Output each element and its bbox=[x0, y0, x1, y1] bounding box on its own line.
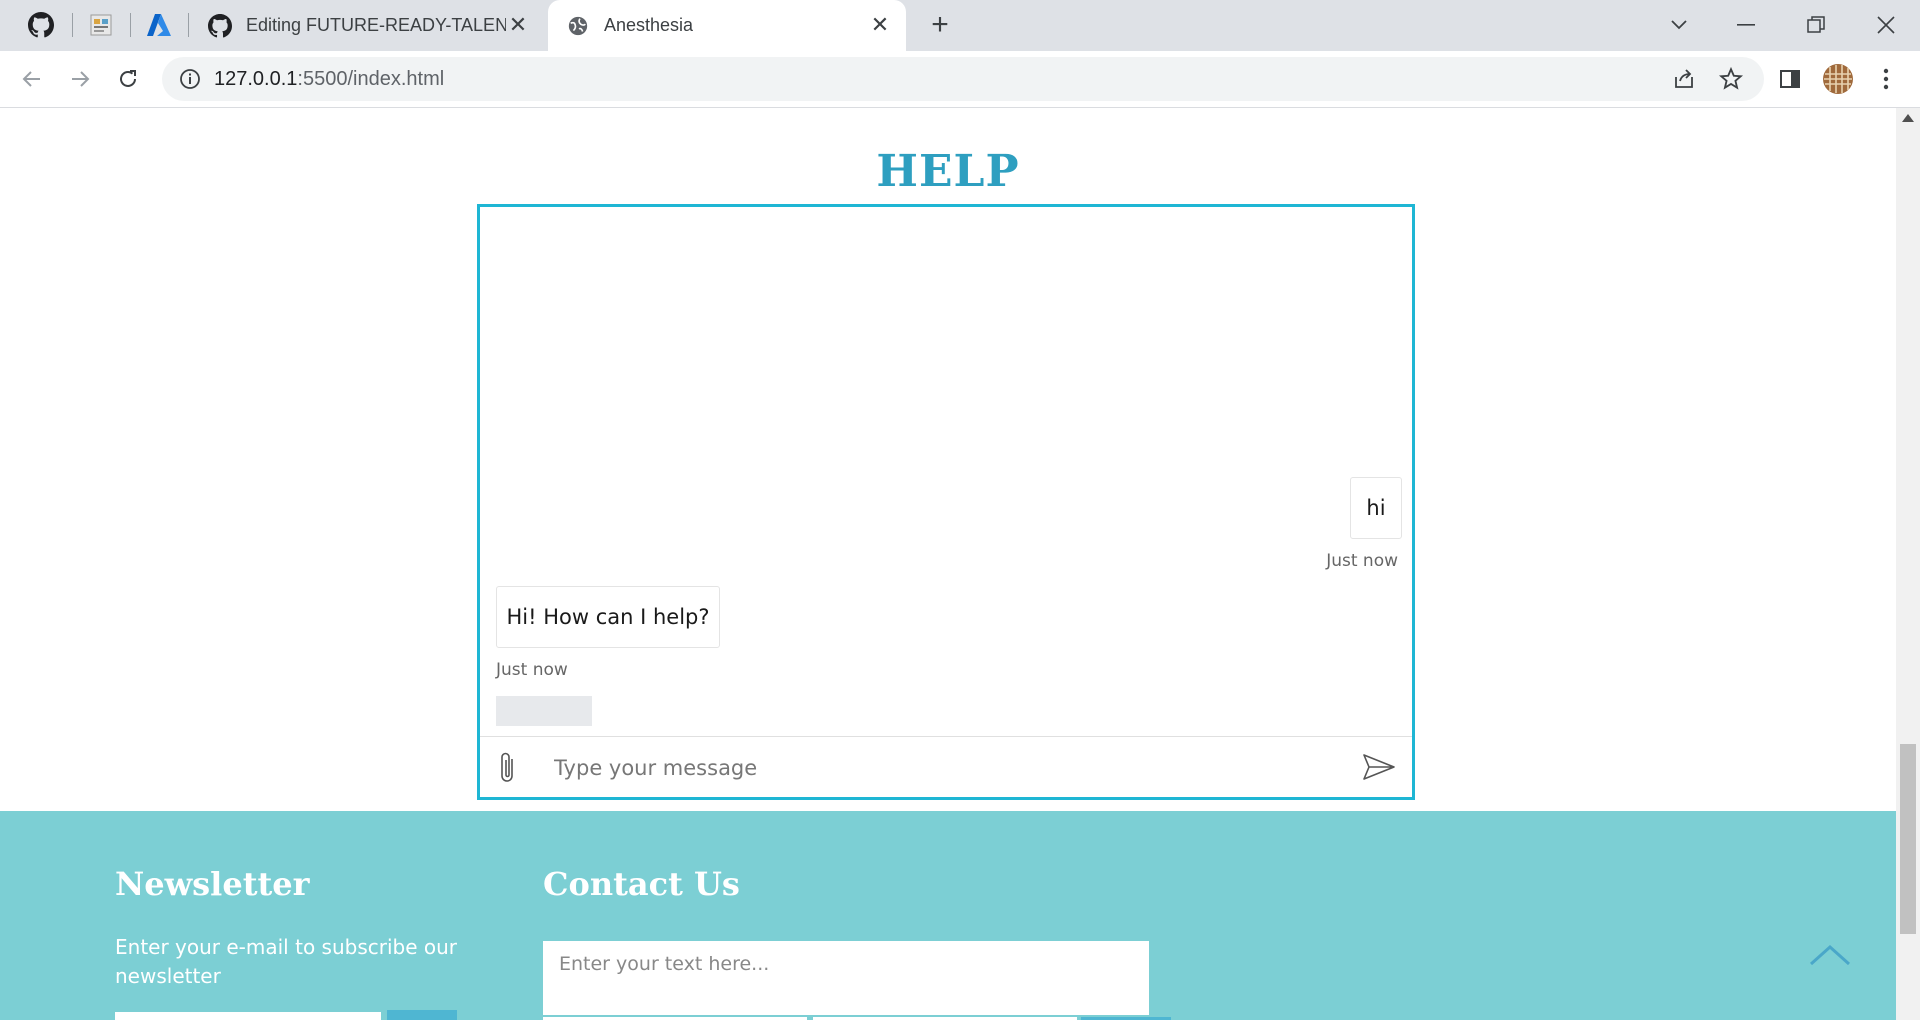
globe-icon bbox=[566, 14, 590, 38]
minimize-icon[interactable] bbox=[1726, 10, 1766, 40]
azure-icon bbox=[147, 14, 171, 36]
address-bar[interactable]: 127.0.0.1:5500/index.html bbox=[162, 57, 1764, 101]
contact-textarea[interactable]: Enter your text here... bbox=[543, 941, 1149, 1015]
arrow-left-icon bbox=[22, 71, 40, 87]
pinned-tab-azure[interactable] bbox=[144, 10, 174, 40]
message-input[interactable] bbox=[552, 749, 1316, 787]
github-icon bbox=[208, 13, 232, 38]
url-host: 127.0.0.1 bbox=[214, 68, 298, 90]
tab-separator bbox=[130, 13, 131, 37]
forward-button[interactable] bbox=[64, 63, 96, 95]
share-icon[interactable] bbox=[1672, 67, 1696, 96]
tab-title: Anesthesia bbox=[604, 15, 694, 35]
tab-separator bbox=[188, 13, 189, 37]
page-scrollbar[interactable] bbox=[1896, 108, 1920, 1020]
newsletter-text: Enter your e-mail to subscribe our newsl… bbox=[115, 935, 458, 988]
newsletter-email-input[interactable] bbox=[115, 1012, 381, 1020]
message-timestamp: Just now bbox=[1326, 551, 1398, 571]
profile-avatar[interactable] bbox=[1822, 63, 1854, 95]
help-title: HELP bbox=[876, 146, 1020, 197]
paperclip-icon[interactable] bbox=[494, 751, 522, 785]
contact-placeholder: Enter your text here... bbox=[559, 953, 770, 975]
browser-toolbar: 127.0.0.1:5500/index.html bbox=[0, 51, 1920, 108]
chat-widget: hi Just now Hi! How can I help? Just now bbox=[477, 204, 1415, 800]
send-icon[interactable] bbox=[1362, 753, 1396, 781]
menu-button[interactable] bbox=[1870, 63, 1902, 95]
bookmark-star-icon[interactable] bbox=[1718, 66, 1744, 97]
restore-icon[interactable] bbox=[1796, 10, 1836, 40]
tab-strip: Editing FUTURE-READY-TALENT-Pr ✕ Anesthe… bbox=[0, 0, 1920, 51]
message-text: hi bbox=[1366, 496, 1386, 520]
suggested-actions-placeholder bbox=[496, 696, 592, 726]
tab-title: Editing FUTURE-READY-TALENT-Pr bbox=[246, 15, 506, 35]
newsletter-title: Newsletter bbox=[115, 865, 310, 903]
scroll-to-top-icon[interactable] bbox=[1808, 943, 1852, 967]
reload-icon bbox=[120, 70, 136, 87]
user-message-bubble: hi bbox=[1350, 477, 1402, 539]
tab-separator bbox=[72, 13, 73, 37]
page-viewport: HELP hi Just now Hi! How can I help? Jus… bbox=[0, 108, 1896, 1020]
arrow-right-icon bbox=[72, 71, 90, 87]
site-logo-icon bbox=[90, 14, 112, 36]
scrollbar-thumb[interactable] bbox=[1900, 744, 1916, 934]
contact-title: Contact Us bbox=[543, 865, 740, 903]
url-path: :5500/index.html bbox=[297, 68, 445, 90]
message-text: Hi! How can I help? bbox=[506, 605, 710, 629]
kebab-menu-icon bbox=[1883, 68, 1889, 90]
scroll-up-arrow-icon[interactable] bbox=[1902, 114, 1914, 122]
side-panel-button[interactable] bbox=[1774, 63, 1806, 95]
message-timestamp: Just now bbox=[496, 660, 568, 680]
pinned-tab-github[interactable] bbox=[26, 10, 56, 40]
newsletter-subscribe-button[interactable] bbox=[387, 1010, 457, 1020]
info-icon[interactable] bbox=[178, 67, 202, 91]
back-button[interactable] bbox=[16, 63, 48, 95]
footer: Newsletter Enter your e-mail to subscrib… bbox=[0, 811, 1896, 1020]
tab-search-icon[interactable] bbox=[1659, 10, 1699, 40]
close-window-icon[interactable] bbox=[1866, 10, 1906, 40]
reload-button[interactable] bbox=[112, 63, 144, 95]
pinned-tab-site[interactable] bbox=[86, 10, 116, 40]
bot-message-bubble: Hi! How can I help? bbox=[496, 586, 720, 648]
message-composer bbox=[480, 736, 1412, 797]
tab-editing[interactable]: Editing FUTURE-READY-TALENT-Pr ✕ bbox=[190, 0, 544, 51]
github-icon bbox=[28, 12, 54, 38]
new-tab-button[interactable]: + bbox=[924, 10, 956, 42]
url-text[interactable]: 127.0.0.1:5500/index.html bbox=[214, 68, 444, 91]
side-panel-icon bbox=[1780, 70, 1800, 88]
tab-anesthesia[interactable]: Anesthesia ✕ bbox=[548, 0, 906, 51]
close-tab-icon[interactable]: ✕ bbox=[868, 13, 892, 37]
avatar-icon bbox=[1823, 64, 1853, 94]
close-tab-icon[interactable]: ✕ bbox=[506, 13, 530, 37]
